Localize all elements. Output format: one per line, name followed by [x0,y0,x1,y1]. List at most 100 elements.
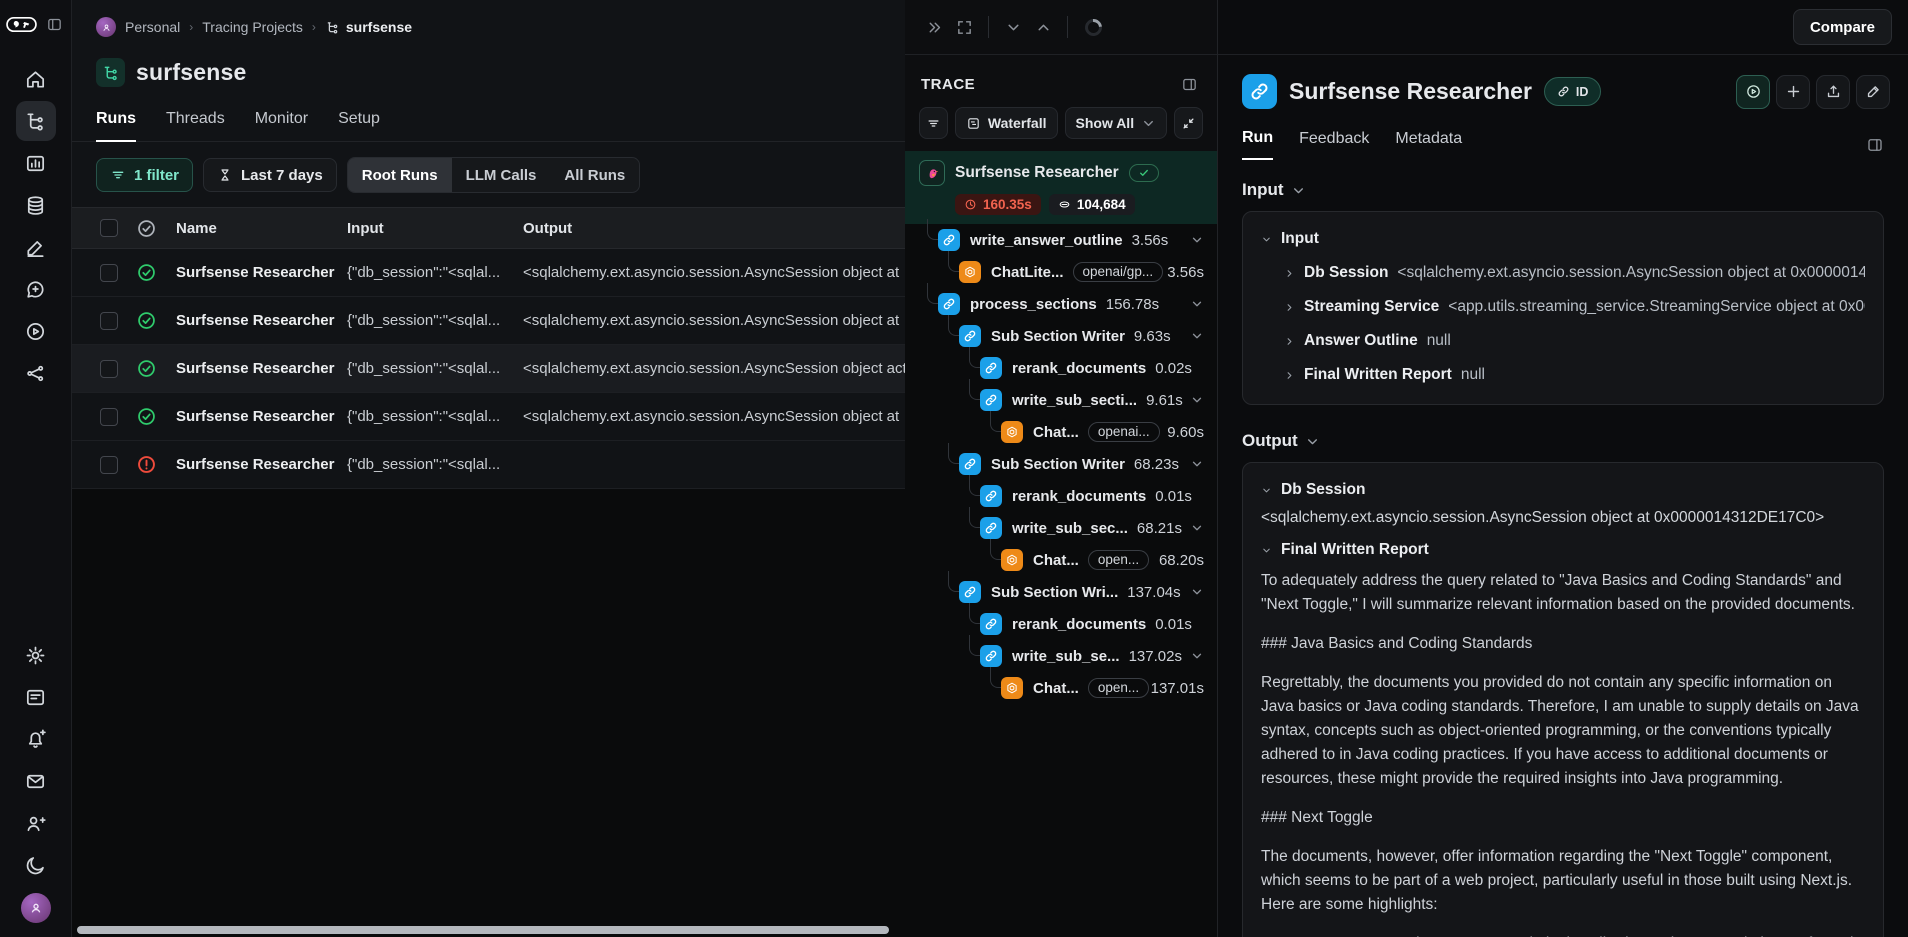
breadcrumb-item-tracing-projects[interactable]: Tracing Projects [202,19,303,35]
field-value: null [1461,366,1485,384]
pencil-line-icon [24,236,47,259]
sidebar-item-tracing-projects[interactable] [16,101,56,141]
chevron-down-icon[interactable] [1190,649,1204,663]
output-field-toggle[interactable]: Db Session [1261,481,1865,499]
sidebar-item-dark-mode[interactable] [16,845,56,885]
trace-tree-row[interactable]: Sub Section Writer9.63s [905,320,1217,352]
input-root-row[interactable]: Input [1261,222,1865,256]
divider [1067,16,1068,38]
row-checkbox[interactable] [100,312,118,330]
table-row[interactable]: Surfsense Researcher{"db_session":"<sqla… [72,345,905,393]
trace-tree-row[interactable]: rerank_documents0.01s [905,480,1217,512]
open-in-playground-button[interactable] [1736,75,1770,109]
sidebar-item-home[interactable] [16,59,56,99]
user-avatar[interactable] [21,893,51,923]
chevron-down-icon [1306,435,1319,448]
trace-tree-row[interactable]: write_sub_secti...9.61s [905,384,1217,416]
expand-fullscreen-icon[interactable] [949,12,979,42]
trace-tree-row[interactable]: write_sub_se...137.02s [905,640,1217,672]
table-row[interactable]: Surfsense Researcher{"db_session":"<sqla… [72,393,905,441]
table-row[interactable]: Surfsense Researcher{"db_session":"<sqla… [72,297,905,345]
chevron-down-icon[interactable] [1190,457,1204,471]
segment-llm-calls[interactable]: LLM Calls [452,158,551,192]
compare-button[interactable]: Compare [1793,9,1892,45]
trace-tree-row[interactable]: rerank_documents0.01s [905,608,1217,640]
sidebar-collapse-icon[interactable] [43,13,65,35]
detail-topbar: Compare [1218,0,1908,55]
row-checkbox[interactable] [100,360,118,378]
segment-root-runs[interactable]: Root Runs [348,158,452,192]
chevron-down-icon[interactable] [1190,233,1204,247]
collapse-all-button[interactable] [1174,107,1203,139]
prev-run-chevron-icon[interactable] [998,12,1028,42]
breadcrumb-item-personal[interactable]: Personal [125,19,180,35]
sidebar-item-docs[interactable] [16,677,56,717]
panel-layout-icon[interactable] [1177,72,1201,96]
sidebar-item-contact[interactable] [16,761,56,801]
trace-tree-row[interactable]: Chat...open...137.01s [905,672,1217,704]
row-checkbox[interactable] [100,408,118,426]
sidebar-item-playground[interactable] [16,311,56,351]
output-paragraph: 1. **Component Overview**: Next Toggle i… [1261,932,1865,937]
detail-tab-feedback[interactable]: Feedback [1299,130,1369,159]
tree-node-duration: 9.60s [1167,424,1204,441]
trace-root-run[interactable]: Surfsense Researcher160.35s104,684 [905,151,1217,224]
tab-threads[interactable]: Threads [166,110,225,141]
chevron-down-icon[interactable] [1190,393,1204,407]
chevron-down-icon[interactable] [1190,297,1204,311]
next-run-chevron-icon[interactable] [1028,12,1058,42]
tab-setup[interactable]: Setup [338,110,380,141]
chevron-down-icon[interactable] [1190,521,1204,535]
input-field-row[interactable]: Final Written Reportnull [1261,358,1865,392]
run-id-pill[interactable]: ID [1544,77,1602,106]
chevron-down-icon[interactable] [1190,329,1204,343]
input-field-row[interactable]: Streaming Service<app.utils.streaming_se… [1261,290,1865,324]
detail-tab-run[interactable]: Run [1242,129,1273,160]
sidebar-item-datasets[interactable] [16,185,56,225]
input-field-row[interactable]: Answer Outlinenull [1261,324,1865,358]
chain-icon [959,325,981,347]
sidebar-item-prompts[interactable] [16,269,56,309]
tab-runs[interactable]: Runs [96,110,136,142]
sidebar-item-notifications[interactable] [16,719,56,759]
sidebar-item-invite-members[interactable] [16,803,56,843]
select-all-checkbox[interactable] [100,219,118,237]
row-checkbox[interactable] [100,264,118,282]
trace-header: TRACE [905,55,1217,107]
sidebar-item-settings[interactable] [16,635,56,675]
filter-button[interactable]: 1 filter [96,158,193,192]
date-range-button[interactable]: Last 7 days [203,158,337,192]
collapse-panel-icon[interactable] [919,12,949,42]
output-field-toggle[interactable]: Final Written Report [1261,541,1865,559]
row-checkbox[interactable] [100,456,118,474]
input-field-row[interactable]: Db Session<sqlalchemy.ext.asyncio.sessio… [1261,256,1865,290]
trace-tree-icon [325,20,340,35]
detail-tab-metadata[interactable]: Metadata [1395,130,1462,159]
chevron-down-icon[interactable] [1190,585,1204,599]
show-all-dropdown[interactable]: Show All [1065,107,1168,139]
share-button[interactable] [1816,75,1850,109]
table-row[interactable]: Surfsense Researcher{"db_session":"<sqla… [72,441,905,489]
trace-tree-row[interactable]: Sub Section Writer68.23s [905,448,1217,480]
sidebar-item-deployments[interactable] [16,353,56,393]
tab-monitor[interactable]: Monitor [255,110,308,141]
chevron-right-icon [1284,302,1295,313]
sidebar-item-annotation-queues[interactable] [16,227,56,267]
trace-tree-row[interactable]: write_sub_sec...68.21s [905,512,1217,544]
sidebar-item-monitoring[interactable] [16,143,56,183]
output-section-toggle[interactable]: Output [1242,431,1884,451]
trace-tree-row[interactable]: Sub Section Wri...137.04s [905,576,1217,608]
field-value: <sqlalchemy.ext.asyncio.session.AsyncSes… [1397,264,1865,282]
waterfall-button[interactable]: Waterfall [955,107,1058,139]
edit-button[interactable] [1856,75,1890,109]
input-section-toggle[interactable]: Input [1242,180,1884,200]
panel-layout-icon[interactable] [1866,136,1884,154]
trace-filter-button[interactable] [919,107,948,139]
add-to-dataset-button[interactable] [1776,75,1810,109]
table-row[interactable]: Surfsense Researcher{"db_session":"<sqla… [72,249,905,297]
trace-tree-row[interactable]: ChatLite...openai/gp...3.56s [905,256,1217,288]
trace-tree-row[interactable]: rerank_documents0.02s [905,352,1217,384]
segment-all-runs[interactable]: All Runs [550,158,639,192]
horizontal-scrollbar[interactable] [77,926,889,934]
breadcrumb-item-surfsense[interactable]: surfsense [325,19,412,35]
